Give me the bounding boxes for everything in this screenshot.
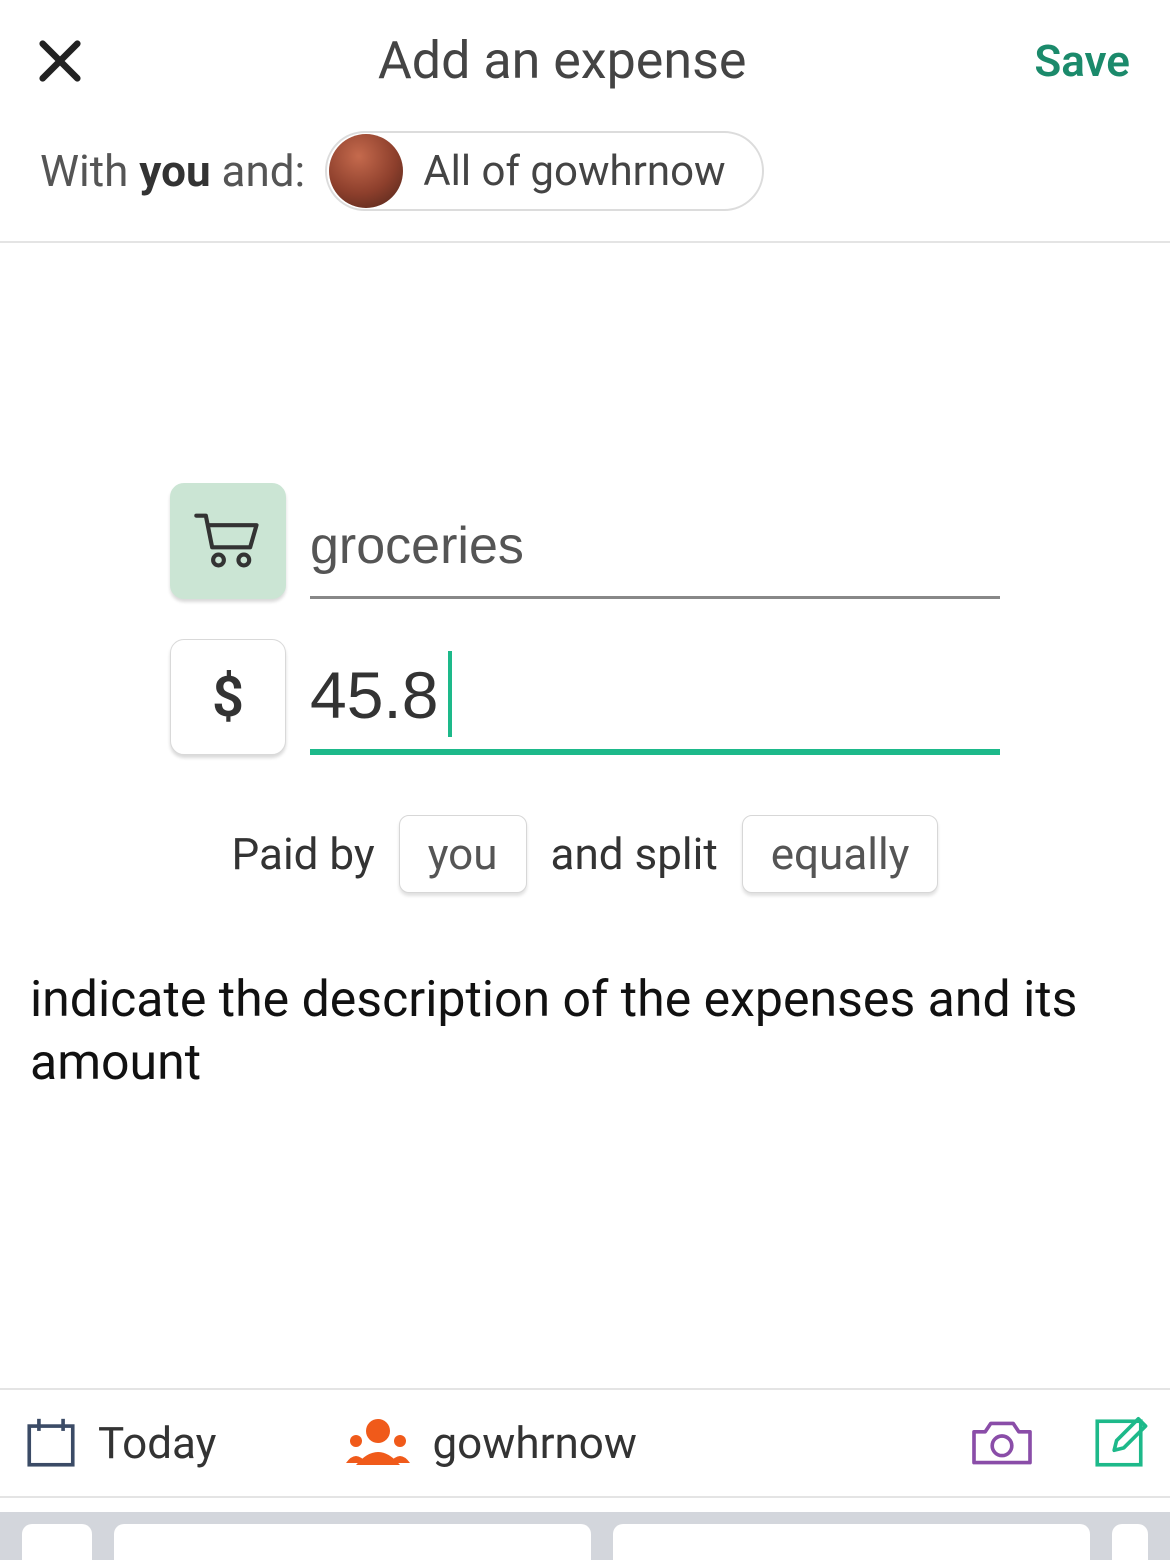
avatar <box>329 134 403 208</box>
date-label: Today <box>98 1417 216 1469</box>
with-label: With you and: <box>40 145 305 197</box>
bottom-toolbar: Today gowhrnow <box>0 1388 1170 1498</box>
payer-button[interactable]: you <box>399 815 527 893</box>
group-icon <box>342 1415 414 1471</box>
currency-button[interactable]: $ <box>170 639 286 755</box>
with-and: and: <box>211 145 306 197</box>
camera-icon <box>968 1415 1036 1471</box>
amount-input[interactable] <box>310 645 1000 755</box>
camera-button[interactable] <box>968 1415 1036 1471</box>
participant-chip[interactable]: All of gowhrnow <box>325 131 763 211</box>
page-title: Add an expense <box>378 30 747 91</box>
close-button[interactable] <box>30 31 90 91</box>
date-button[interactable]: Today <box>22 1414 216 1472</box>
with-prefix: With <box>40 145 139 197</box>
and-split-label: and split <box>551 828 718 880</box>
notes-button[interactable] <box>1090 1414 1148 1472</box>
currency-symbol: $ <box>212 664 244 730</box>
group-button[interactable]: gowhrnow <box>342 1415 636 1471</box>
text-cursor <box>448 651 452 737</box>
group-label: gowhrnow <box>432 1417 636 1469</box>
close-icon <box>34 35 86 87</box>
category-button[interactable] <box>170 483 286 599</box>
save-button[interactable]: Save <box>1034 35 1130 87</box>
split-method-button[interactable]: equally <box>742 815 939 893</box>
participant-chip-label: All of gowhrnow <box>423 147 725 196</box>
shopping-cart-icon <box>190 503 266 579</box>
calendar-icon <box>22 1414 80 1472</box>
paid-by-label: Paid by <box>232 828 375 880</box>
participants-row: With you and: All of gowhrnow <box>0 111 1170 243</box>
with-you: you <box>139 145 210 197</box>
description-input[interactable] <box>310 490 1000 599</box>
keyboard-stub <box>0 1512 1170 1560</box>
split-row: Paid by you and split equally <box>170 815 1000 893</box>
instruction-text: indicate the description of the expenses… <box>0 893 1170 1094</box>
edit-note-icon <box>1090 1414 1148 1472</box>
